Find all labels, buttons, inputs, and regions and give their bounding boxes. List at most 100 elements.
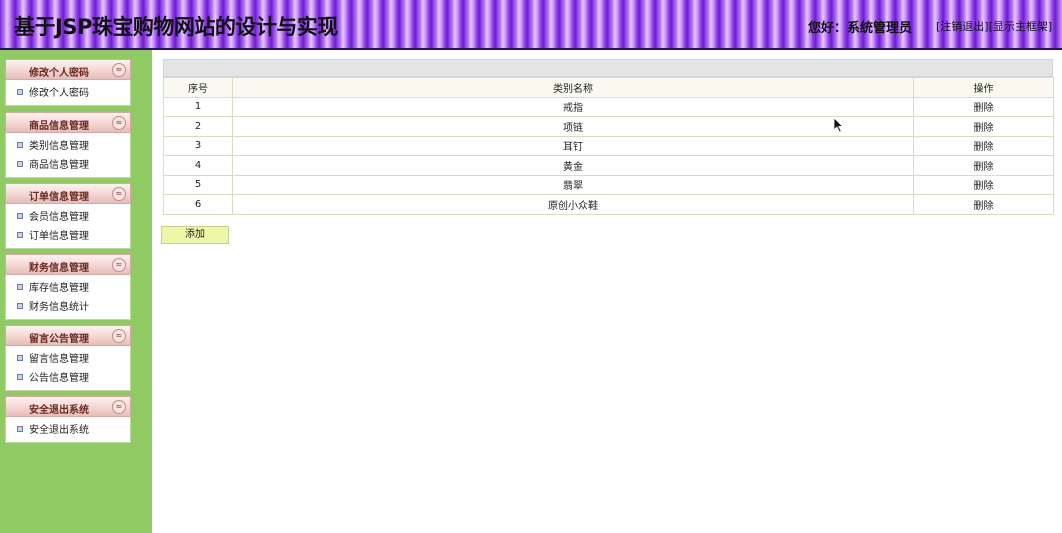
bullet-icon — [17, 142, 23, 148]
show-frame-link[interactable]: 显示主框架 — [993, 20, 1048, 33]
sidebar-item-product[interactable]: 商品信息管理 — [6, 156, 130, 175]
sidebar-group-header[interactable]: 商品信息管理 ≈ — [5, 112, 131, 133]
sidebar-group-header[interactable]: 安全退出系统 ≈ — [5, 396, 131, 417]
bullet-icon — [17, 232, 23, 238]
cell-category-name: 原创小众鞋 — [232, 194, 914, 215]
sidebar-group-title: 财务信息管理 — [29, 263, 89, 274]
sidebar-group-body: 修改个人密码 — [5, 80, 131, 106]
sidebar-item-label: 订单信息管理 — [29, 231, 89, 242]
table-row: 5 翡翠 删除 — [163, 174, 1054, 195]
sidebar-group-header[interactable]: 财务信息管理 ≈ — [5, 254, 131, 275]
bullet-icon — [17, 213, 23, 219]
table-row: 2 项链 删除 — [163, 116, 1054, 137]
table-row: 3 耳钉 删除 — [163, 135, 1054, 156]
cell-index: 5 — [163, 174, 233, 195]
category-table: 序号 类别名称 操作 1 戒指 删除 2 项链 删除 3 耳钉 删除 4 黄金 … — [163, 77, 1054, 215]
sidebar-item-inventory[interactable]: 库存信息管理 — [6, 279, 130, 298]
column-header-index: 序号 — [163, 77, 233, 98]
sidebar-item-change-password[interactable]: 修改个人密码 — [6, 84, 130, 103]
table-header-row: 序号 类别名称 操作 — [163, 77, 1054, 98]
cell-category-name: 翡翠 — [232, 174, 914, 195]
sidebar-item-label: 类别信息管理 — [29, 141, 89, 152]
cursor-arrow-icon — [833, 117, 844, 133]
sidebar-group-header[interactable]: 留言公告管理 ≈ — [5, 325, 131, 346]
sidebar-item-label: 商品信息管理 — [29, 160, 89, 171]
sidebar-group-header[interactable]: 订单信息管理 ≈ — [5, 183, 131, 204]
bullet-icon — [17, 303, 23, 309]
sidebar-item-label: 修改个人密码 — [29, 88, 89, 99]
collapse-icon[interactable]: ≈ — [112, 400, 126, 414]
sidebar-item-message[interactable]: 留言信息管理 — [6, 350, 130, 369]
cell-category-name: 黄金 — [232, 155, 914, 176]
sidebar-group-product: 商品信息管理 ≈ 类别信息管理 商品信息管理 — [5, 112, 131, 178]
bullet-icon — [17, 89, 23, 95]
main-content: 序号 类别名称 操作 1 戒指 删除 2 项链 删除 3 耳钉 删除 4 黄金 … — [163, 59, 1054, 215]
cell-index: 4 — [163, 155, 233, 176]
cell-category-name: 戒指 — [232, 96, 914, 117]
sidebar-item-label: 留言信息管理 — [29, 354, 89, 365]
header-banner: 基于JSP珠宝购物网站的设计与实现 您好：系统管理员 [注销退出][显示主框架] — [0, 0, 1062, 50]
sidebar-item-label: 公告信息管理 — [29, 373, 89, 384]
table-title-bar — [163, 59, 1053, 77]
collapse-icon[interactable]: ≈ — [112, 329, 126, 343]
bullet-icon — [17, 284, 23, 290]
cell-index: 6 — [163, 194, 233, 215]
sidebar-group-order: 订单信息管理 ≈ 会员信息管理 订单信息管理 — [5, 183, 131, 249]
bullet-icon — [17, 161, 23, 167]
column-header-category-name: 类别名称 — [232, 77, 914, 98]
sidebar-item-member[interactable]: 会员信息管理 — [6, 208, 130, 227]
sidebar-group-title: 安全退出系统 — [29, 405, 89, 416]
sidebar-item-label: 安全退出系统 — [29, 425, 89, 436]
delete-link[interactable]: 删除 — [913, 135, 1054, 156]
delete-link[interactable]: 删除 — [913, 96, 1054, 117]
sidebar-group-title: 商品信息管理 — [29, 121, 89, 132]
sidebar-group-body: 库存信息管理 财务信息统计 — [5, 275, 131, 320]
sidebar-group-title: 订单信息管理 — [29, 192, 89, 203]
add-button[interactable]: 添加 — [161, 226, 229, 244]
sidebar-group-body: 会员信息管理 订单信息管理 — [5, 204, 131, 249]
sidebar-group-password: 修改个人密码 ≈ 修改个人密码 — [5, 59, 131, 106]
sidebar-item-exit[interactable]: 安全退出系统 — [6, 421, 130, 440]
delete-link[interactable]: 删除 — [913, 116, 1054, 137]
cell-index: 2 — [163, 116, 233, 137]
table-row: 6 原创小众鞋 删除 — [163, 194, 1054, 215]
bullet-icon — [17, 426, 23, 432]
sidebar-group-header[interactable]: 修改个人密码 ≈ — [5, 59, 131, 80]
table-row: 4 黄金 删除 — [163, 155, 1054, 176]
header-links: [注销退出][显示主框架] — [936, 20, 1053, 33]
delete-link[interactable]: 删除 — [913, 194, 1054, 215]
collapse-icon[interactable]: ≈ — [112, 116, 126, 130]
sidebar-group-body: 类别信息管理 商品信息管理 — [5, 133, 131, 178]
sidebar-group-body: 安全退出系统 — [5, 417, 131, 443]
sidebar-item-label: 会员信息管理 — [29, 212, 89, 223]
sidebar-group-title: 留言公告管理 — [29, 334, 89, 345]
sidebar-group-finance: 财务信息管理 ≈ 库存信息管理 财务信息统计 — [5, 254, 131, 320]
sidebar-item-order[interactable]: 订单信息管理 — [6, 227, 130, 246]
app-title: 基于JSP珠宝购物网站的设计与实现 — [14, 15, 338, 39]
bullet-icon — [17, 374, 23, 380]
collapse-icon[interactable]: ≈ — [112, 63, 126, 77]
sidebar: 修改个人密码 ≈ 修改个人密码 商品信息管理 ≈ 类别信息管理 商品信息管理 订… — [0, 50, 152, 533]
cell-category-name: 项链 — [232, 116, 914, 137]
sidebar-item-notice[interactable]: 公告信息管理 — [6, 369, 130, 388]
cell-category-name: 耳钉 — [232, 135, 914, 156]
delete-link[interactable]: 删除 — [913, 155, 1054, 176]
sidebar-group-title: 修改个人密码 — [29, 68, 89, 79]
sidebar-item-category[interactable]: 类别信息管理 — [6, 137, 130, 156]
table-row: 1 戒指 删除 — [163, 96, 1054, 117]
collapse-icon[interactable]: ≈ — [112, 187, 126, 201]
sidebar-item-label: 财务信息统计 — [29, 302, 89, 313]
sidebar-group-exit: 安全退出系统 ≈ 安全退出系统 — [5, 396, 131, 443]
bullet-icon — [17, 355, 23, 361]
user-greeting: 您好：系统管理员 — [808, 21, 913, 36]
sidebar-group-message: 留言公告管理 ≈ 留言信息管理 公告信息管理 — [5, 325, 131, 391]
delete-link[interactable]: 删除 — [913, 174, 1054, 195]
cell-index: 3 — [163, 135, 233, 156]
sidebar-item-finance-stats[interactable]: 财务信息统计 — [6, 298, 130, 317]
cell-index: 1 — [163, 96, 233, 117]
sidebar-item-label: 库存信息管理 — [29, 283, 89, 294]
sidebar-group-body: 留言信息管理 公告信息管理 — [5, 346, 131, 391]
collapse-icon[interactable]: ≈ — [112, 258, 126, 272]
column-header-action: 操作 — [913, 77, 1054, 98]
logout-link[interactable]: 注销退出 — [940, 20, 984, 33]
